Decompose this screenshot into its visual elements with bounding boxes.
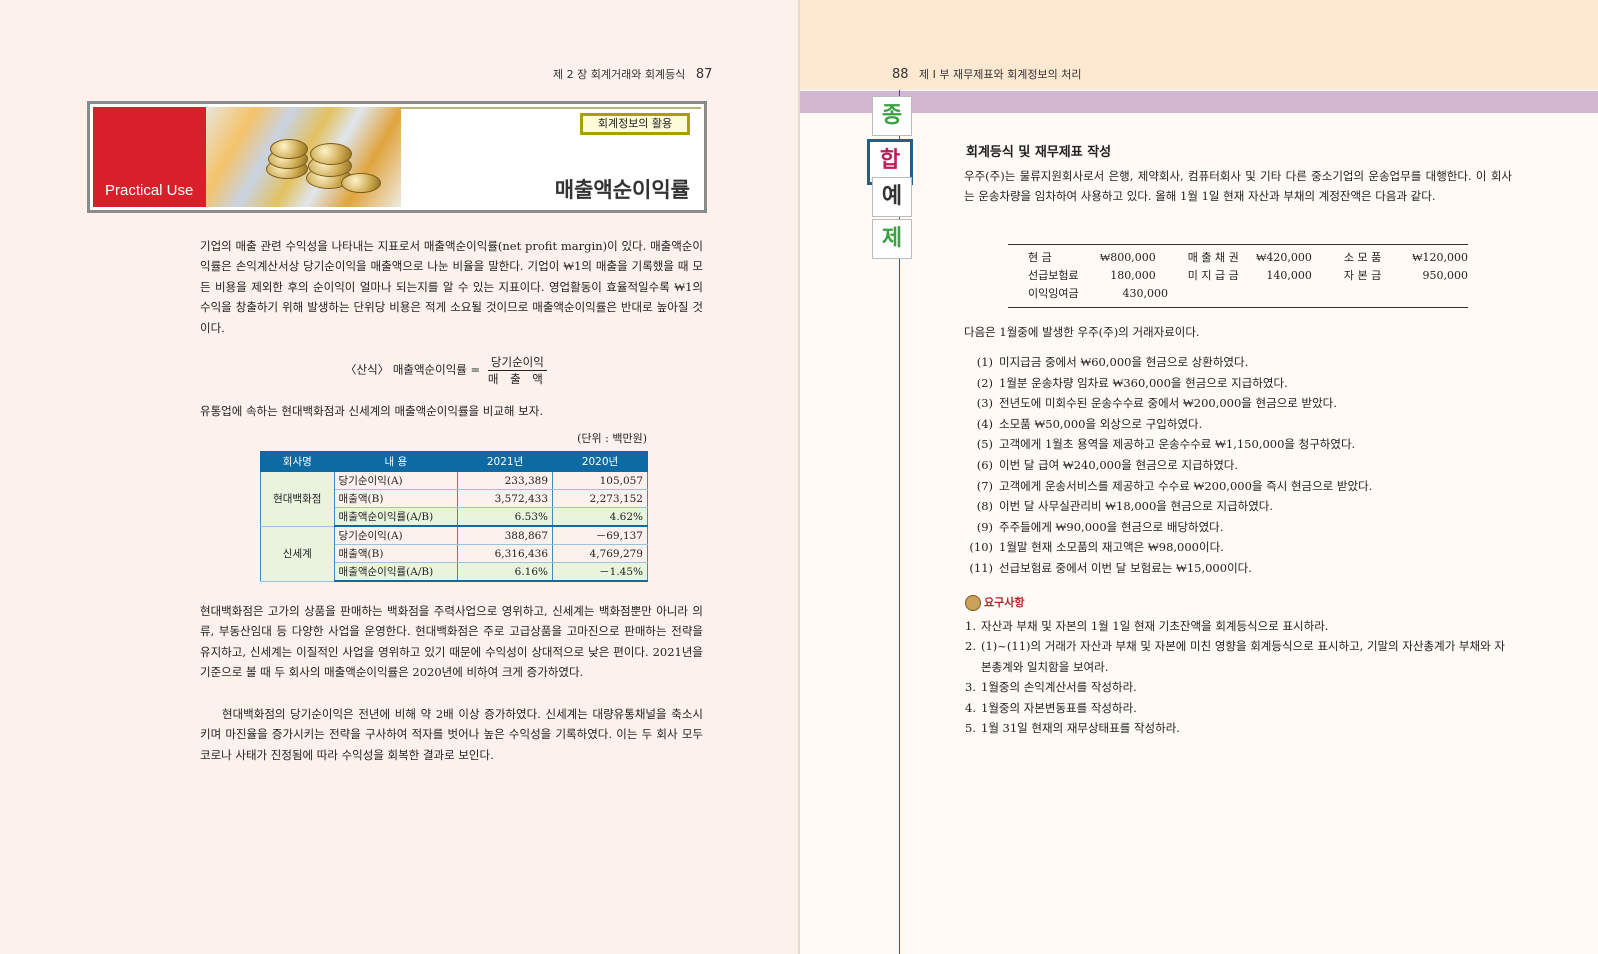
- list-item: (1) 미지급금 중에서 ₩60,000을 현금으로 상환하였다.: [976, 355, 1249, 369]
- cell-2020: 4.62%: [552, 507, 648, 527]
- account-label: 자 본 금: [1343, 269, 1382, 282]
- formula-label: 〈산식〉 매출액순이익률 =: [345, 362, 481, 377]
- page-number: 87: [695, 67, 713, 82]
- account-label: 현 금: [1028, 251, 1052, 264]
- badge-char: 예: [872, 177, 912, 217]
- banner-title: 매출액순이익률: [554, 178, 690, 202]
- part-title: 제 I 부 재무제표와 회계정보의 처리: [919, 68, 1082, 81]
- account-label: 미 지 급 금: [1187, 269, 1239, 282]
- table-header: 2020년: [552, 451, 648, 472]
- cell-2020: －69,137: [552, 526, 648, 545]
- page-number: 88: [892, 67, 909, 82]
- table-row: 현대백화점 당기순이익(A) 233,389 105,057: [260, 471, 648, 527]
- transactions-intro: 다음은 1월중에 발생한 우주(주)의 거래자료이다.: [964, 325, 1200, 339]
- paragraph-conclusion: 현대백화점의 당기순이익은 전년에 비해 약 2배 이상 증가하였다. 신세계는…: [200, 707, 703, 762]
- right-running-head: 88 제 I 부 재무제표와 회계정보의 처리: [892, 66, 1081, 82]
- right-page: 88 제 I 부 재무제표와 회계정보의 처리 종 합 예 제 회계등식 및 재…: [800, 0, 1598, 954]
- list-item: (4) 소모품 ₩50,000을 외상으로 구입하였다.: [976, 416, 1203, 431]
- company-name: 신세계: [260, 526, 335, 582]
- formula-fraction: 당기순이익 매 출 액: [487, 354, 547, 387]
- section-band: [800, 91, 1598, 113]
- balance-row: 선급보험료 180,000 미 지 급 금 140,000 자 본 금 950,…: [1008, 267, 1468, 285]
- account-value: 950,000: [1422, 269, 1468, 282]
- paragraph-intro: 기업의 매출 관련 수익성을 나타내는 지표로서 매출액순이익률(net pro…: [200, 239, 703, 335]
- list-item: (9) 주주들에게 ₩90,000을 현금으로 배당하였다.: [976, 519, 1224, 534]
- account-value: 140,000: [1266, 269, 1312, 282]
- table-header: 2021년: [457, 451, 554, 472]
- cell-2020: 2,273,152: [552, 489, 648, 508]
- requirements-heading: 요구사항: [965, 594, 1024, 611]
- cell-2021: 233,389: [457, 471, 554, 490]
- balance-row: 현 금 ₩800,000 매 출 채 권 ₩420,000 소 모 품 ₩120…: [1008, 249, 1468, 267]
- requirements-list: 1. 자산과 부채 및 자본의 1월 1일 현재 기초잔액을 회계등식으로 표시하…: [965, 616, 1513, 738]
- formula-denominator: 매 출 액: [487, 372, 547, 386]
- badge-char: 제: [872, 219, 912, 259]
- list-item: (2) 1월분 운송차량 임차료 ₩360,000을 현금으로 지급하였다.: [976, 375, 1288, 390]
- unit-label: (단위 : 백만원): [577, 432, 647, 445]
- chapter-title: 제 2 장 회계거래와 회계등식: [553, 68, 686, 81]
- account-label: 이익잉여금: [1028, 287, 1079, 300]
- row-label: 당기순이익(A): [333, 471, 459, 490]
- list-item: (10) 1월말 현재 소모품의 재고액은 ₩98,000이다.: [969, 540, 1224, 555]
- row-label: 매출액순이익률(A/B): [333, 562, 459, 582]
- account-value: ₩420,000: [1256, 251, 1312, 264]
- list-item: (8) 이번 달 사무실관리비 ₩18,000을 현금으로 지급하였다.: [976, 499, 1274, 514]
- cell-2021: 6.53%: [457, 507, 554, 527]
- cell-2021: 6.16%: [457, 562, 554, 582]
- left-running-head: 제 2 장 회계거래와 회계등식 87: [553, 66, 712, 82]
- cell-2021: 388,867: [457, 526, 554, 545]
- transaction-list: (1) 미지급금 중에서 ₩60,000을 현금으로 상환하였다. (2) 1월분 …: [965, 352, 1372, 579]
- cell-2021: 6,316,436: [457, 544, 554, 563]
- practical-use-banner: Practical Use 회계정보의 활용 매출액순이익률: [87, 101, 707, 213]
- practical-use-block: Practical Use: [93, 107, 206, 207]
- list-item: 2. (1)~(11)의 거래가 자산과 부채 및 자본에 미친 영향을 회계등식…: [965, 639, 1505, 674]
- cell-2020: 105,057: [552, 471, 648, 490]
- info-tag: 회계정보의 활용: [580, 113, 690, 135]
- account-value: 430,000: [1122, 287, 1169, 300]
- list-item: (7) 고객에게 운송서비스를 제공하고 수수료 ₩200,000을 즉시 현금으…: [976, 478, 1373, 493]
- table-header: 내 용: [333, 451, 459, 472]
- list-item: (11) 선급보험료 중에서 이번 달 보험료는 ₩15,000이다.: [969, 560, 1252, 575]
- row-label: 매출액(B): [333, 489, 459, 508]
- row-label: 매출액(B): [333, 544, 459, 563]
- cell-2021: 3,572,433: [457, 489, 554, 508]
- comparison-table: 회사명 내 용 2021년 2020년 현대백화점 당기순이익(A) 233,3…: [260, 451, 648, 582]
- list-item: 1. 자산과 부채 및 자본의 1월 1일 현재 기초잔액을 회계등식으로 표시하…: [965, 619, 1329, 633]
- paragraph-analysis: 현대백화점은 고가의 상품을 판매하는 백화점을 주력사업으로 영위하고, 신세…: [200, 604, 703, 680]
- left-page: 제 2 장 회계거래와 회계등식 87 Practical Use 회계정보의 …: [0, 0, 800, 954]
- practical-use-label: Practical Use: [105, 182, 194, 199]
- formula-numerator: 당기순이익: [487, 354, 547, 371]
- list-item: (6) 이번 달 급여 ₩240,000을 현금으로 지급하였다.: [976, 457, 1239, 472]
- badge-char: 종: [872, 96, 912, 136]
- coins-image: [206, 107, 401, 207]
- account-value: ₩120,000: [1412, 251, 1468, 264]
- list-item: 3. 1월중의 손익계산서를 작성하라.: [965, 680, 1137, 695]
- account-label: 매 출 채 권: [1187, 251, 1239, 264]
- account-label: 선급보험료: [1028, 269, 1079, 282]
- cell-2020: －1.45%: [552, 562, 648, 582]
- account-label: 소 모 품: [1343, 251, 1382, 264]
- row-label: 당기순이익(A): [333, 526, 459, 545]
- balance-row: 이익잉여금 430,000: [1008, 285, 1468, 303]
- requirements-icon: [965, 595, 981, 611]
- formula: 〈산식〉 매출액순이익률 = 당기순이익 매 출 액: [345, 354, 547, 387]
- account-value: 180,000: [1110, 269, 1156, 282]
- row-label: 매출액순이익률(A/B): [333, 507, 459, 527]
- list-item: (3) 전년도에 미회수된 운송수수료 중에서 ₩200,000을 현금으로 받았…: [976, 396, 1337, 411]
- table-row: 신세계 당기순이익(A) 388,867 －69,137: [260, 526, 648, 582]
- cell-2020: 4,769,279: [552, 544, 648, 563]
- balance-table: 현 금 ₩800,000 매 출 채 권 ₩420,000 소 모 품 ₩120…: [1008, 244, 1468, 308]
- account-value: ₩800,000: [1099, 251, 1156, 264]
- list-item: 4. 1월중의 자본변동표를 작성하라.: [965, 700, 1137, 715]
- paragraph-compare: 유통업에 속하는 현대백화점과 신세계의 매출액순이익률을 비교해 보자.: [200, 404, 543, 418]
- exercise-title: 회계등식 및 재무제표 작성: [966, 145, 1112, 160]
- company-name: 현대백화점: [260, 471, 335, 527]
- list-item: (5) 고객에게 1월초 용역을 제공하고 운송수수료 ₩1,150,000을 청…: [976, 437, 1356, 452]
- list-item: 5. 1월 31일 현재의 재무상태표를 작성하라.: [965, 721, 1180, 736]
- table-header: 회사명: [260, 451, 335, 472]
- exercise-intro: 우주(주)는 물류지원회사로서 은행, 제약회사, 컴퓨터회사 및 기타 다른 …: [964, 169, 1512, 204]
